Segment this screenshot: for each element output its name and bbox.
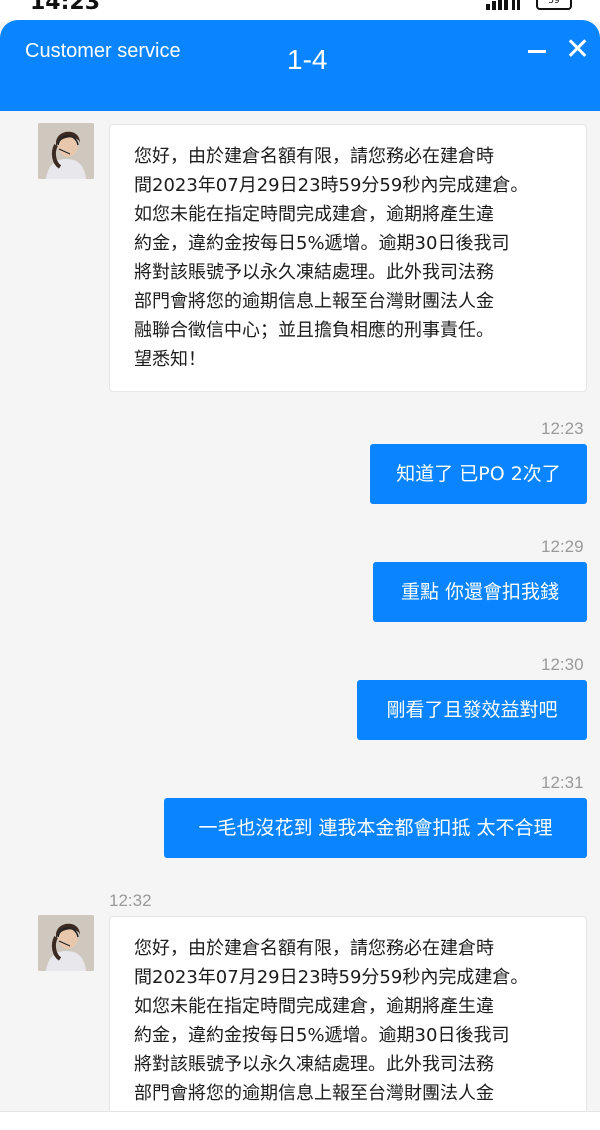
- agent-avatar-icon: [38, 123, 94, 179]
- agent-avatar: [38, 915, 94, 971]
- agent-avatar-icon: [38, 915, 94, 971]
- status-bar: 14:23 59: [0, 0, 600, 22]
- chat-header: Customer service 1-4 ✕: [0, 20, 600, 111]
- message-timestamp: 12:31: [541, 773, 584, 792]
- close-button[interactable]: ✕: [565, 35, 590, 65]
- status-icons: 59: [485, 0, 572, 10]
- message-timestamp: 12:32: [109, 891, 152, 910]
- battery-icon: 59: [536, 0, 572, 10]
- agent-message-bubble: 您好，由於建倉名額有限，請您務必在建倉時 間2023年07月29日23時59分5…: [109, 916, 587, 1111]
- signal-icon: [485, 0, 520, 10]
- bottom-bar: [0, 1111, 600, 1130]
- message-timestamp: 12:30: [541, 655, 584, 674]
- user-message-bubble: 知道了 已PO 2次了: [370, 444, 587, 504]
- minimize-button[interactable]: [526, 36, 550, 60]
- agent-avatar: [38, 123, 94, 179]
- agent-message-bubble: 您好，由於建倉名額有限，請您務必在建倉時 間2023年07月29日23時59分5…: [109, 124, 587, 392]
- header-title: Customer service: [25, 40, 181, 62]
- user-message-bubble: 一毛也沒花到 連我本金都會扣抵 太不合理: [164, 798, 587, 858]
- user-message-bubble: 重點 你還會扣我錢: [373, 562, 587, 622]
- user-message-bubble: 剛看了且發效益對吧: [357, 680, 587, 740]
- message-timestamp: 12:23: [541, 419, 584, 438]
- chat-messages[interactable]: 您好，由於建倉名額有限，請您務必在建倉時 間2023年07月29日23時59分5…: [0, 111, 600, 1111]
- header-subtitle: 1-4: [287, 44, 328, 75]
- message-timestamp: 12:29: [541, 537, 584, 556]
- close-icon: ✕: [565, 32, 591, 67]
- status-time: 14:23: [30, 0, 101, 15]
